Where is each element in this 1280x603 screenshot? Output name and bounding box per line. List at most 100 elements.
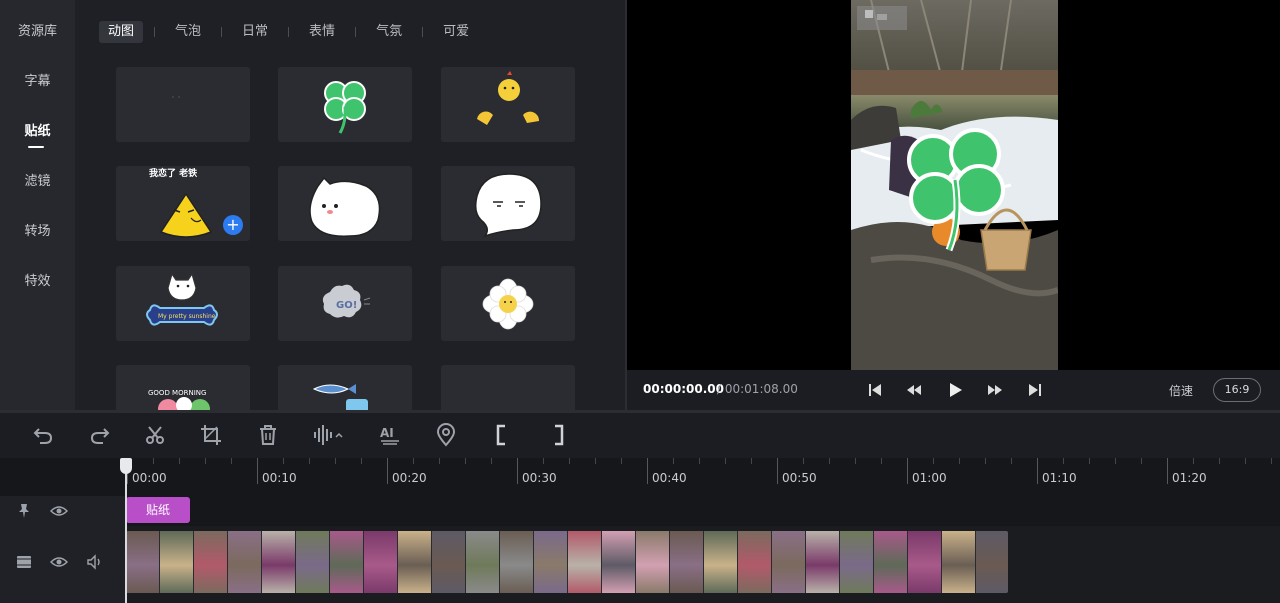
ai-icon[interactable]: AI [378,423,402,447]
tab-atmosphere[interactable]: 气氛 [367,21,411,43]
sticker-tile-cat[interactable] [278,166,412,241]
scissors-icon[interactable] [143,423,167,447]
speed-button[interactable]: 倍速 [1169,382,1193,399]
sticker-tile-chick[interactable] [441,67,575,142]
video-thumbnail-frame [670,531,703,593]
bracket-right-icon[interactable] [546,423,570,447]
add-sticker-button[interactable]: + [223,215,243,235]
tab-cute[interactable]: 可爱 [434,21,478,43]
ruler-minor-tick [205,458,206,464]
fast-forward-icon[interactable] [985,380,1005,400]
video-scene-image [851,0,1058,370]
sticker-tile-good-morning[interactable]: GOOD MORNING [116,365,250,410]
nav-item-effects[interactable]: 特效 [0,270,75,294]
fish-teapot-icon [312,384,368,410]
video-thumbnail-frame [296,531,329,593]
go-cloud-caption: GO! [336,300,357,311]
tab-animated[interactable]: 动图 [99,21,144,43]
ruler-minor-tick [179,458,180,464]
eye-icon[interactable] [50,553,68,571]
playhead-handle[interactable] [120,458,132,474]
ruler-minor-tick [1245,458,1246,464]
location-pin-icon[interactable] [434,423,458,447]
film-icon[interactable] [15,553,33,571]
video-thumbnail-frame [364,531,397,593]
ruler-minor-tick [1219,458,1220,464]
ruler-minor-tick [985,458,986,464]
redo-icon[interactable] [88,423,112,447]
aspect-ratio-button[interactable]: 16:9 [1213,378,1261,402]
tab-daily[interactable]: 日常 [233,21,277,43]
tab-bubble[interactable]: 气泡 [166,21,210,43]
sticker-tile-daisy[interactable] [441,266,575,341]
nav-item-filters[interactable]: 滤镜 [0,170,75,194]
sticker-tile-fish[interactable] [278,365,412,410]
chick-icon [477,71,540,125]
play-icon[interactable] [945,380,965,400]
ruler-minor-tick [595,458,596,464]
sticker-tile-clover[interactable] [278,67,412,142]
ruler-major-tick [907,458,908,484]
ruler-minor-tick [283,458,284,464]
ruler-major-tick [1167,458,1168,484]
video-thumbnail-frame [874,531,907,593]
video-clip[interactable] [126,531,1008,593]
nav-item-stickers[interactable]: 贴纸 [0,120,75,148]
volume-icon[interactable] [86,553,104,571]
sticker-track-header [0,496,125,526]
ruler-major-tick [257,458,258,484]
nav-item-subtitles[interactable]: 字幕 [0,70,75,94]
nav-item-library[interactable]: 资源库 [0,20,75,44]
dog-bone-caption: My pretty sunshine [158,313,216,320]
skip-end-icon[interactable] [1025,380,1045,400]
ruler-minor-tick [491,458,492,464]
video-thumbnail-frame [976,531,1008,593]
tab-emoji[interactable]: 表情 [300,21,344,43]
playhead[interactable] [125,458,127,603]
sticker-track [0,496,1280,526]
video-thumbnail-frame [568,531,601,593]
ruler-tick-label: 00:00 [132,471,167,485]
video-frame[interactable] [851,0,1058,370]
undo-icon[interactable] [31,423,55,447]
sticker-tile-dog[interactable]: My pretty sunshine [116,266,250,341]
pin-icon[interactable] [15,502,33,520]
left-nav: 资源库 字幕 贴纸 滤镜 转场 特效 [0,0,75,410]
ruler-major-tick [647,458,648,484]
ruler-minor-tick [751,458,752,464]
nav-item-transitions[interactable]: 转场 [0,220,75,244]
ruler-tick-label: 00:10 [262,471,297,485]
trash-icon[interactable] [256,423,280,447]
video-thumbnail-frame [432,531,465,593]
skip-start-icon[interactable] [865,380,885,400]
crop-icon[interactable] [199,423,223,447]
ruler-minor-tick [1089,458,1090,464]
nav-item-stickers-label: 贴纸 [24,124,51,139]
video-thumbnail-frame [840,531,873,593]
ruler-major-tick [387,458,388,484]
video-thumbnail-frame [636,531,669,593]
sticker-clip[interactable]: 贴纸 [126,497,190,523]
sticker-tile-blank[interactable] [116,67,250,142]
total-time: / 00:01:08.00 [717,382,798,396]
sticker-tabs: 动图 气泡 日常 表情 气氛 可爱 [99,20,478,44]
playback-controls: 00:00:00.00 / 00:01:08.00 倍速 16:9 [627,370,1280,410]
blank-face-bubble-icon [474,173,542,238]
ruler-minor-tick [725,458,726,464]
ruler-minor-tick [803,458,804,464]
eye-icon[interactable] [50,502,68,520]
sticker-tile-go-cloud[interactable]: GO! [278,266,412,341]
rewind-icon[interactable] [904,380,924,400]
video-thumbnail-frame [466,531,499,593]
video-thumbnail-frame [942,531,975,593]
audio-wave-icon[interactable] [312,423,346,447]
timeline-ruler[interactable]: 00:00 00:10 00:20 00:30 00:40 00:50 01:00 01:10… [0,458,1280,496]
tab-separator [288,27,290,37]
video-thumbnail-frame [126,531,159,593]
sticker-tile-blank-face[interactable] [441,166,575,241]
clover-icon [324,81,366,134]
bracket-left-icon[interactable] [490,423,514,447]
sticker-tile-blank[interactable] [441,365,575,410]
video-thumbnail-frame [330,531,363,593]
tab-separator [154,27,156,37]
